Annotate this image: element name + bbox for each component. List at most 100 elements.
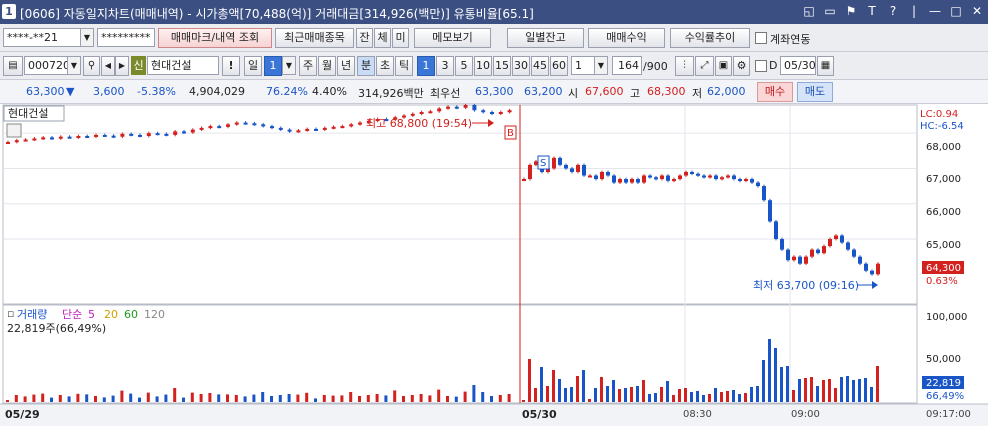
minimize-icon[interactable]: — — [928, 4, 942, 18]
next-arrow-icon[interactable]: ▶ — [115, 56, 129, 76]
interval-15-button[interactable]: 15 — [493, 56, 511, 76]
volume-bar — [660, 387, 663, 402]
save-icon[interactable]: ▣ — [715, 56, 732, 76]
return-trend-button[interactable]: 수익률추이 — [670, 28, 750, 48]
candle — [50, 137, 54, 140]
date-field[interactable]: 05/30 — [780, 56, 816, 75]
search-icon[interactable]: ⚲ — [83, 56, 100, 76]
down-arrow-icon: ▼ — [66, 85, 75, 98]
volume-bar — [582, 370, 585, 402]
open-label: 시 — [568, 87, 579, 100]
candle — [234, 122, 239, 125]
volume-panel-icon: ▫ — [7, 307, 14, 320]
account-field[interactable]: ****-**21 — [3, 28, 81, 47]
recent-trades-button[interactable]: 최근매매종목 — [275, 28, 354, 48]
data-count-field[interactable]: 164 — [612, 56, 642, 75]
chart-svg[interactable]: 현대건설 LC:0.94 HC:-6.54 68,000 67,000 66,0… — [0, 103, 988, 426]
interval-10-button[interactable]: 10 — [474, 56, 492, 76]
candle — [636, 179, 640, 183]
period-minute-button[interactable]: 분 — [357, 56, 375, 76]
chart-menu-icon[interactable]: ▤ — [3, 56, 23, 76]
settings-gear-icon[interactable]: ⚙ — [733, 56, 750, 76]
custom-interval-dropdown-icon[interactable]: ▼ — [594, 56, 608, 75]
pin-icon[interactable]: ⚑ — [844, 4, 858, 18]
candle — [738, 179, 742, 182]
restore-icon[interactable]: ▭ — [823, 4, 837, 18]
volume-bar — [76, 393, 80, 402]
interval-3-button[interactable]: 3 — [436, 56, 454, 76]
memo-button[interactable]: 메모보기 — [414, 28, 491, 48]
volume-bar — [50, 397, 53, 402]
volume-bar — [234, 395, 238, 402]
candle — [684, 171, 688, 176]
period-year-button[interactable]: 년 — [337, 56, 355, 76]
volume-bar — [792, 390, 795, 402]
interval-5-button[interactable]: 5 — [455, 56, 473, 76]
password-field[interactable]: ********* — [97, 28, 155, 47]
period-tick-button[interactable]: 틱 — [395, 56, 413, 76]
period-month-button[interactable]: 월 — [318, 56, 336, 76]
account-link-label: 계좌연동 — [770, 33, 811, 46]
candle — [756, 182, 760, 187]
volume-bar — [666, 381, 669, 402]
interval-60-button[interactable]: 60 — [550, 56, 568, 76]
high-annotation: 최고 68,800 (19:54) — [366, 117, 472, 130]
account-link-checkbox[interactable] — [755, 32, 767, 44]
period-num-button[interactable]: 1 — [264, 56, 282, 76]
candle-type-icon[interactable]: ⫶ — [675, 56, 694, 76]
candle — [190, 129, 195, 133]
stock-name-field[interactable]: 현대건설 — [147, 56, 219, 75]
period-day-button[interactable]: 일 — [244, 56, 262, 76]
balance-button[interactable]: 잔 — [356, 28, 373, 48]
volume-bar — [305, 392, 309, 402]
candle — [708, 175, 712, 178]
layout-icon[interactable]: ◱ — [802, 4, 816, 18]
volume-bar — [331, 395, 335, 402]
candle — [322, 127, 327, 130]
daily-balance-button[interactable]: 일별잔고 — [507, 28, 584, 48]
ma-5: 5 — [88, 308, 95, 321]
candle — [164, 133, 169, 136]
volume-bar — [243, 396, 247, 402]
volume-bar — [384, 395, 388, 402]
period-dropdown-icon[interactable]: ▼ — [282, 56, 296, 75]
alert-button[interactable]: ! — [222, 56, 240, 76]
candle — [217, 126, 222, 129]
interval-1-button[interactable]: 1 — [417, 56, 435, 76]
buy-button[interactable]: 매수 — [757, 82, 793, 102]
trade-mark-button[interactable]: 매매마크/내역 조회 — [158, 28, 272, 48]
filled-button[interactable]: 체 — [374, 28, 391, 48]
candle — [85, 135, 90, 138]
help-icon[interactable]: ? — [886, 4, 900, 18]
separator: | — [911, 4, 917, 18]
period-week-button[interactable]: 주 — [299, 56, 317, 76]
draw-tool-icon[interactable]: ⤢ — [695, 56, 714, 76]
volume-bar — [654, 393, 657, 402]
sell-button[interactable]: 매도 — [797, 82, 833, 102]
volume-bar — [419, 394, 423, 402]
volume-bar — [570, 387, 573, 402]
volume-bar — [870, 387, 873, 402]
candle — [270, 126, 274, 129]
stock-code-field[interactable]: 000720 — [24, 56, 68, 75]
volume-bar — [612, 380, 615, 402]
close-icon[interactable]: ✕ — [970, 4, 984, 18]
volume-bar — [120, 390, 124, 402]
candle — [828, 239, 832, 247]
date-checkbox[interactable] — [755, 60, 767, 72]
custom-interval-field[interactable]: 1 — [571, 56, 595, 75]
interval-45-button[interactable]: 45 — [531, 56, 549, 76]
interval-30-button[interactable]: 30 — [512, 56, 530, 76]
maximize-icon[interactable]: □ — [949, 4, 963, 18]
calendar-icon[interactable]: ▦ — [817, 56, 834, 76]
period-second-button[interactable]: 초 — [376, 56, 394, 76]
code-dropdown-icon[interactable]: ▼ — [67, 56, 81, 75]
trade-profit-button[interactable]: 매매수익 — [588, 28, 665, 48]
table-view-icon[interactable] — [6, 123, 22, 138]
candle — [6, 141, 10, 144]
chart-area[interactable]: 현대건설 LC:0.94 HC:-6.54 68,000 67,000 66,0… — [0, 103, 988, 426]
text-icon[interactable]: T — [865, 4, 879, 18]
account-dropdown-icon[interactable]: ▼ — [80, 28, 94, 47]
prev-arrow-icon[interactable]: ◀ — [101, 56, 115, 76]
unfilled-button[interactable]: 미 — [392, 28, 409, 48]
